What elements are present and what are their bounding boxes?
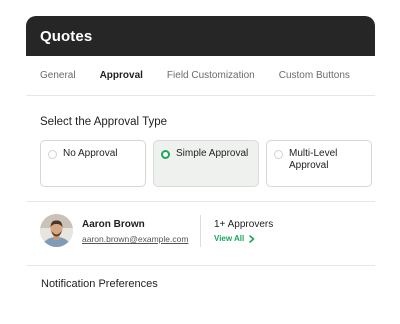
- notification-preferences-heading: Notification Preferences: [41, 278, 158, 290]
- approvers-count: 1+ Approvers: [214, 219, 274, 230]
- view-all-label: View All: [214, 234, 245, 243]
- approval-type-options: No Approval Simple Approval Multi-Level …: [40, 140, 372, 187]
- tab-field-customization[interactable]: Field Customization: [167, 70, 255, 81]
- tab-general[interactable]: General: [40, 70, 76, 81]
- section-divider: [26, 265, 375, 266]
- tab-approval[interactable]: Approval: [100, 70, 143, 81]
- approval-type-heading: Select the Approval Type: [40, 116, 168, 128]
- option-simple-approval[interactable]: Simple Approval: [153, 140, 259, 187]
- option-multi-level-approval[interactable]: Multi-Level Approval: [266, 140, 372, 187]
- quotes-settings-panel: Quotes General Approval Field Customizat…: [26, 16, 375, 324]
- approver-name: Aaron Brown: [82, 219, 145, 230]
- section-divider: [26, 201, 375, 202]
- option-label: Simple Approval: [176, 148, 249, 159]
- radio-selected-icon[interactable]: [161, 150, 170, 159]
- approver-row: Aaron Brown aaron.brown@example.com 1+ A…: [40, 214, 375, 250]
- option-no-approval[interactable]: No Approval: [40, 140, 146, 187]
- title-bar: Quotes: [26, 16, 375, 56]
- tab-bar: General Approval Field Customization Cus…: [26, 56, 375, 96]
- avatar-photo: [40, 214, 73, 247]
- radio-icon[interactable]: [274, 150, 283, 159]
- view-all-link[interactable]: View All: [214, 234, 255, 243]
- avatar: [40, 214, 73, 247]
- vertical-divider: [200, 215, 201, 247]
- radio-icon[interactable]: [48, 150, 57, 159]
- option-label: No Approval: [63, 148, 118, 159]
- chevron-right-icon: [249, 234, 255, 243]
- approver-email[interactable]: aaron.brown@example.com: [82, 234, 188, 244]
- option-label: Multi-Level Approval: [289, 148, 338, 171]
- tab-custom-buttons[interactable]: Custom Buttons: [279, 70, 350, 81]
- page-title: Quotes: [40, 27, 93, 45]
